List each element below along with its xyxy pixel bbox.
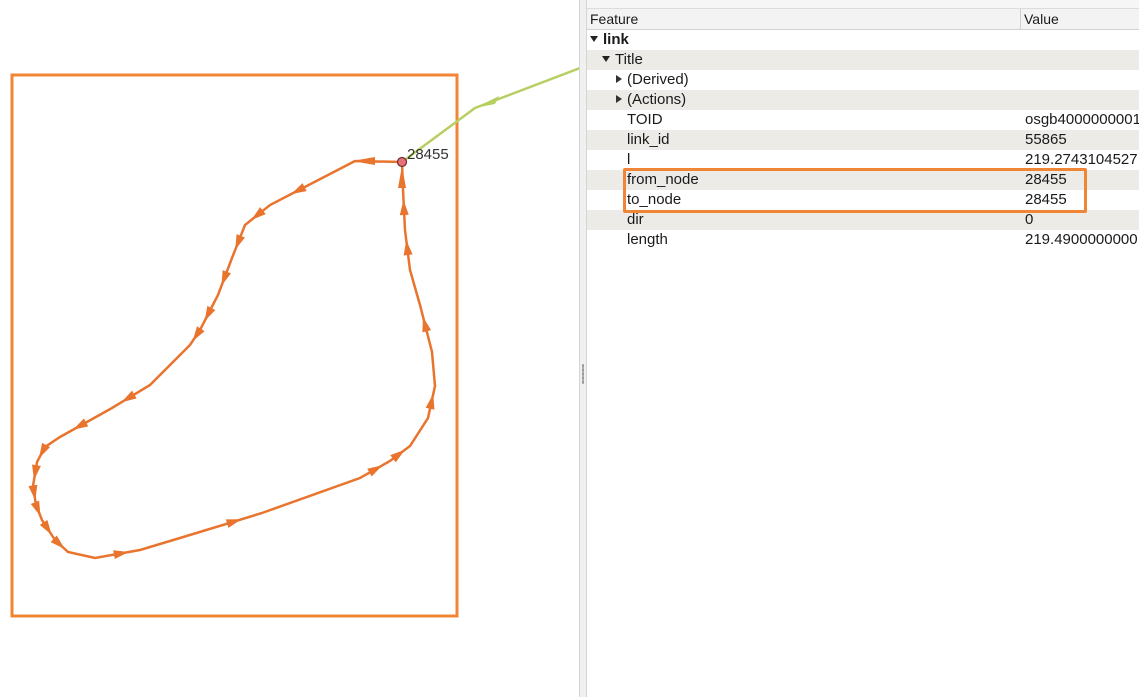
attr-name: link_id (627, 131, 670, 148)
tree-row-derived[interactable]: (Derived) (587, 70, 1139, 90)
tree-row-link[interactable]: link (587, 30, 1139, 50)
link-segment[interactable] (31, 159, 437, 560)
feature-title: Title (615, 51, 643, 68)
identify-results-panel: Feature Value link Title (Derived) (Acti… (587, 0, 1139, 697)
direction-arrow-icon (235, 234, 245, 250)
direction-arrow-icon (39, 519, 52, 535)
direction-arrow-icon (204, 305, 216, 322)
selection-frame (10, 73, 459, 618)
panel-splitter[interactable] (579, 0, 587, 697)
derived-node: (Derived) (627, 71, 689, 88)
direction-arrow-icon (221, 270, 232, 286)
collapse-arrow-icon[interactable] (602, 56, 610, 62)
attr-value: 28455 (1025, 171, 1067, 188)
feature-tree: link Title (Derived) (Actions) TOID osgb… (587, 30, 1139, 250)
attr-row-dir[interactable]: dir 0 (587, 210, 1139, 230)
direction-arrow-icon (425, 394, 435, 410)
tree-row-title[interactable]: Title (587, 50, 1139, 70)
attr-name: l (627, 151, 631, 168)
link-arrows (28, 157, 435, 560)
attr-row-l[interactable]: l 219.2743104527 (587, 150, 1139, 170)
direction-arrow-icon (192, 326, 205, 342)
leader-arrow (475, 96, 499, 108)
direction-arrow-icon (403, 240, 413, 256)
direction-arrow-icon (73, 418, 89, 430)
panel-top-border (587, 0, 1139, 9)
attr-name: from_node (627, 171, 699, 188)
direction-arrow-icon (352, 157, 375, 165)
attr-value: 0 (1025, 211, 1034, 228)
attr-value: 219.2743104527 (1025, 151, 1138, 168)
attr-row-toid[interactable]: TOID osgb4000000001 (587, 110, 1139, 130)
attr-value: osgb4000000001 (1025, 111, 1139, 128)
collapse-arrow-icon[interactable] (590, 36, 598, 42)
attr-name: dir (627, 211, 644, 228)
value-column-header[interactable]: Value (1024, 11, 1059, 27)
expand-arrow-icon[interactable] (616, 95, 622, 103)
attr-row-link-id[interactable]: link_id 55865 (587, 130, 1139, 150)
node-label: 28455 (407, 146, 449, 163)
direction-arrow-icon (121, 390, 137, 403)
map-canvas[interactable]: 28455 (0, 0, 580, 697)
direction-arrow-icon (291, 183, 307, 194)
node-marker[interactable] (396, 156, 408, 168)
direction-arrow-icon (398, 166, 406, 188)
direction-arrow-icon (422, 316, 432, 333)
actions-node: (Actions) (627, 91, 687, 108)
tree-row-actions[interactable]: (Actions) (587, 90, 1139, 110)
layer-name: link (603, 31, 629, 48)
attr-row-to-node[interactable]: to_node 28455 (587, 190, 1139, 210)
feature-column-header[interactable]: Feature (590, 11, 638, 27)
attr-value: 55865 (1025, 131, 1067, 148)
direction-arrow-icon (225, 519, 242, 528)
link-path[interactable] (31, 159, 437, 560)
column-divider[interactable] (1020, 9, 1021, 29)
attr-name: to_node (627, 191, 682, 208)
attr-row-from-node[interactable]: from_node 28455 (587, 170, 1139, 190)
attr-name: length (627, 231, 668, 248)
tree-header: Feature Value (587, 9, 1139, 30)
splitter-grip (582, 364, 584, 384)
attr-value: 219.4900000000 (1025, 231, 1138, 248)
expand-arrow-icon[interactable] (616, 75, 622, 83)
direction-arrow-icon (367, 465, 383, 477)
direction-arrow-icon (30, 500, 41, 517)
direction-arrow-icon (399, 200, 409, 216)
attr-value: 28455 (1025, 191, 1067, 208)
attr-row-length[interactable]: length 219.4900000000 (587, 230, 1139, 250)
attr-name: TOID (627, 111, 663, 128)
